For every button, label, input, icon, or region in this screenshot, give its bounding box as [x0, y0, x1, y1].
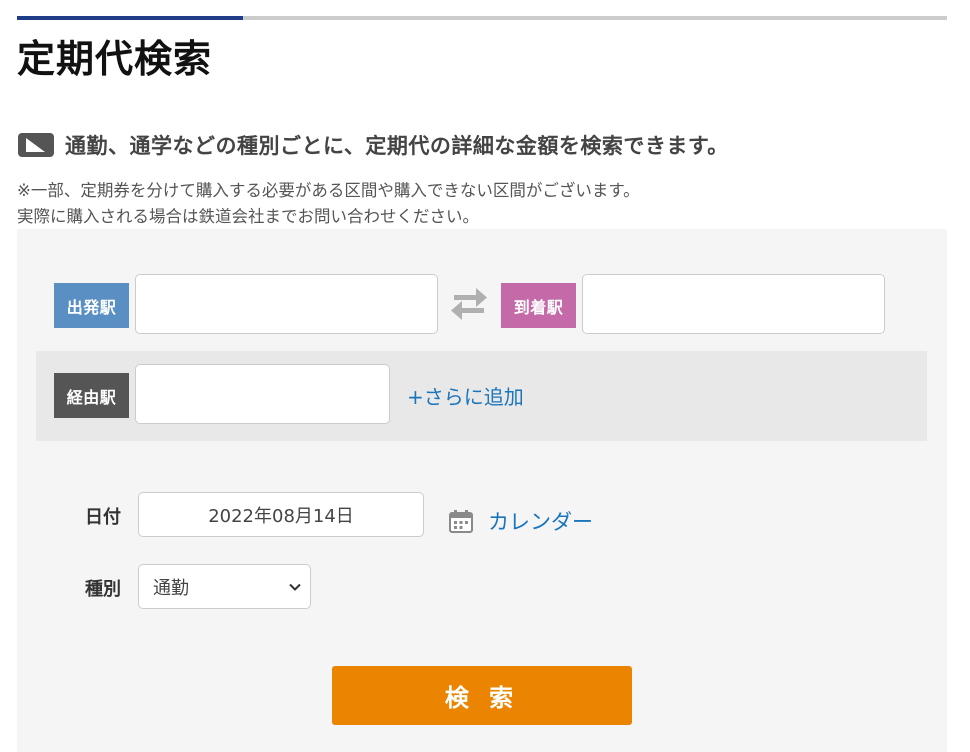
add-via-link[interactable]: +さらに追加 — [407, 381, 524, 410]
notice-line-2: 実際に購入される場合は鉄道会社までお問い合わせください。 — [17, 207, 479, 226]
title-rule-accent — [17, 16, 243, 20]
via-label: 経由駅 — [54, 373, 129, 418]
arrival-label: 到着駅 — [501, 283, 576, 328]
via-station-input[interactable] — [135, 364, 390, 424]
swap-arrows-icon[interactable] — [450, 287, 488, 321]
departure-label: 出発駅 — [54, 283, 129, 328]
calendar-link[interactable]: カレンダー — [488, 506, 593, 536]
lead-line: 通勤、通学などの種別ごとに、定期代の詳細な金額を検索できます。 — [17, 130, 729, 160]
date-label: 日付 — [85, 507, 121, 528]
lead-text: 通勤、通学などの種別ごとに、定期代の詳細な金額を検索できます。 — [65, 134, 729, 158]
type-label: 種別 — [85, 579, 121, 600]
departure-station-input[interactable] — [135, 274, 438, 334]
pass-type-value: 通勤 — [153, 577, 189, 599]
pass-type-select[interactable]: 通勤 — [138, 564, 311, 609]
date-field[interactable]: 2022年08月14日 — [138, 492, 424, 537]
search-button[interactable]: 検 索 — [332, 666, 632, 725]
title-rule — [17, 16, 947, 20]
arrival-station-input[interactable] — [582, 274, 885, 334]
search-panel: 出発駅 到着駅 経由駅 +さらに追加 日付 2022年08月14日 カレンダー … — [17, 229, 947, 752]
rail-pass-icon — [18, 133, 54, 157]
notice-line-1: ※一部、定期券を分けて購入する必要がある区間や購入できない区間がございます。 — [17, 181, 640, 200]
calendar-icon[interactable] — [449, 509, 473, 533]
page-title: 定期代検索 — [17, 37, 213, 81]
chevron-down-icon — [289, 583, 301, 591]
notice: ※一部、定期券を分けて購入する必要がある区間や購入できない区間がございます。 実… — [17, 178, 640, 230]
